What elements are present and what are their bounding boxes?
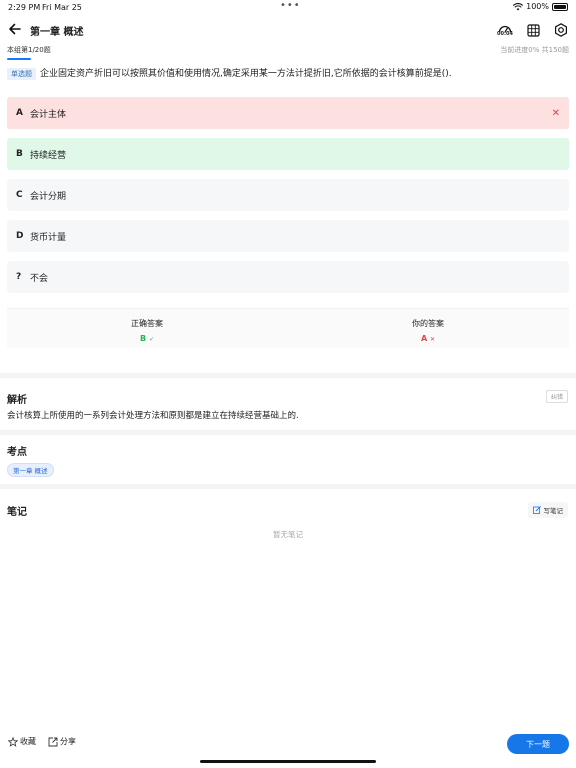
keypoint-title: 考点 <box>7 447 27 458</box>
question-type-badge: 单选题 <box>7 68 36 80</box>
star-icon <box>8 736 18 747</box>
status-right: 100% <box>513 2 568 11</box>
option-text: 会计主体 <box>30 109 67 120</box>
divider <box>0 373 576 378</box>
grid-icon <box>526 23 540 37</box>
correct-answer-label: 正确答案 <box>131 319 163 328</box>
option-letter: ? <box>16 272 22 282</box>
write-note-label: 写笔记 <box>543 507 564 515</box>
your-answer-letter: A <box>420 334 428 343</box>
analysis-title: 解析 <box>7 395 27 406</box>
divider <box>0 484 576 489</box>
option-text: 货币计量 <box>30 232 67 243</box>
status-bar: 2:29 PM Fri Mar 25 ••• 100% <box>0 0 576 14</box>
option-b[interactable]: B 持续经营 <box>7 138 569 170</box>
page-title: 第一章 概述 <box>30 27 84 38</box>
option-dont-know[interactable]: ? 不会 <box>7 261 569 293</box>
nav-actions: 00:04 <box>496 20 570 40</box>
battery-icon <box>552 2 568 11</box>
favorite-label: 收藏 <box>20 737 36 746</box>
option-letter: C <box>16 190 23 200</box>
share-button[interactable]: 分享 <box>48 736 76 747</box>
your-answer-col: 你的答案 A ✕ <box>388 318 468 343</box>
home-indicator[interactable] <box>200 760 376 763</box>
footer-actions: 收藏 分享 <box>8 736 76 747</box>
option-d[interactable]: D 货币计量 <box>7 220 569 252</box>
your-answer-label: 你的答案 <box>412 319 444 328</box>
gear-icon <box>555 23 567 37</box>
option-text: 持续经营 <box>30 150 67 161</box>
multitask-dots[interactable]: ••• <box>280 0 301 11</box>
notes-title: 笔记 <box>7 507 27 518</box>
status-time: 2:29 PM <box>8 3 41 12</box>
wifi-icon <box>513 2 524 10</box>
edit-icon <box>532 506 541 514</box>
wrong-mark-icon: ✕ <box>551 107 560 119</box>
cross-icon: ✕ <box>429 336 436 343</box>
favorite-button[interactable]: 收藏 <box>8 736 36 747</box>
answer-card-button[interactable] <box>524 20 542 40</box>
nav-bar: 第一章 概述 00:04 <box>0 18 576 42</box>
back-arrow-icon[interactable] <box>8 22 22 36</box>
status-date: Fri Mar 25 <box>42 3 82 12</box>
progress-indicator <box>7 58 31 60</box>
settings-button[interactable] <box>552 20 570 40</box>
correct-answer-col: 正确答案 B ✓ <box>107 318 187 343</box>
option-letter: D <box>16 231 24 241</box>
timer-button[interactable]: 00:04 <box>496 20 514 40</box>
question-text: 企业固定资产折旧可以按照其价值和使用情况,确定采用某一方法计提折旧,它所依据的会… <box>40 69 452 79</box>
option-text: 不会 <box>30 273 49 284</box>
your-answer-value: A ✕ <box>388 334 468 343</box>
question-counter: 本组第1/20题 <box>7 46 51 54</box>
battery-percent: 100% <box>526 2 549 11</box>
option-letter: B <box>16 149 23 159</box>
report-error-button[interactable]: 纠错 <box>545 390 568 403</box>
correct-answer-value: B ✓ <box>107 334 187 343</box>
option-text: 会计分期 <box>30 191 67 202</box>
write-note-button[interactable]: 写笔记 <box>527 502 568 518</box>
analysis-text: 会计核算上所使用的一系列会计处理方法和原则都是建立在持续经营基础上的. <box>7 411 299 421</box>
correct-answer-letter: B <box>140 334 147 343</box>
divider <box>0 430 576 435</box>
check-icon: ✓ <box>148 336 154 343</box>
answer-summary: 正确答案 B ✓ 你的答案 A ✕ <box>7 308 569 348</box>
question-stem: 单选题 企业固定资产折旧可以按照其价值和使用情况,确定采用某一方法计提折旧,它所依… <box>7 67 569 81</box>
keypoint-tag[interactable]: 第一章 概述 <box>7 463 54 477</box>
progress-row: 本组第1/20题 当前进度0% 共150题 <box>7 45 569 55</box>
share-icon <box>48 737 58 746</box>
progress-info: 当前进度0% 共150题 <box>500 46 569 54</box>
option-c[interactable]: C 会计分期 <box>7 179 569 211</box>
option-letter: A <box>16 108 23 118</box>
next-question-button[interactable]: 下一题 <box>507 734 569 754</box>
timer-value: 00:04 <box>497 30 513 37</box>
share-label: 分享 <box>60 737 76 746</box>
empty-notes-text: 暂无笔记 <box>273 530 303 539</box>
option-a[interactable]: A 会计主体 ✕ <box>7 97 569 129</box>
